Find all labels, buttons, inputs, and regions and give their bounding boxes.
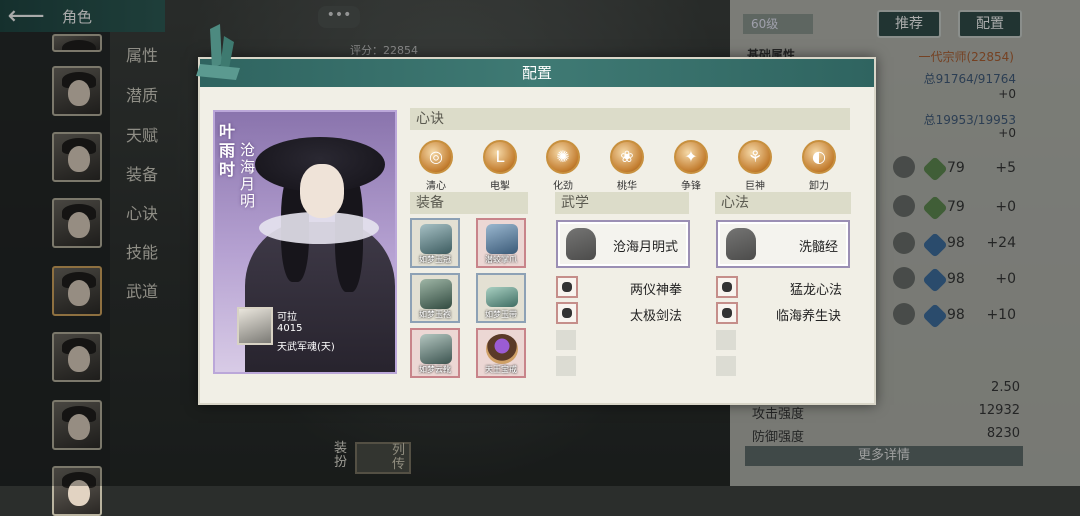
taohua-icon: ❀ [610, 140, 644, 174]
soul-item-tag: 天武军魂(天) [277, 342, 335, 353]
equip-name: 如梦玉带 [485, 310, 517, 319]
soul-item-icon[interactable] [237, 307, 273, 345]
qingxin-icon: ◎ [419, 140, 453, 174]
martial-sub-icon[interactable] [556, 276, 578, 298]
method-main-slot[interactable]: 洗髓经 [716, 220, 850, 268]
meditation-figure-icon [726, 228, 756, 260]
character-name: 叶雨时 [219, 122, 236, 179]
equip-slot-robe[interactable]: 如梦玉袍 [410, 273, 460, 323]
skill-label: 巨神 [745, 181, 765, 192]
equip-slot-boots[interactable]: 如梦云靴 [410, 328, 460, 378]
xieli-icon: ◐ [802, 140, 836, 174]
equip-name: 潜蛟掌爪 [485, 255, 517, 264]
heart-skill-taohua[interactable]: ❀ 桃华 [603, 140, 651, 192]
equip-name: 如梦玉袍 [419, 310, 451, 319]
equip-section-header: 装备 [410, 192, 528, 214]
soul-item-number: 4015 [277, 323, 303, 334]
empty-skill-slot[interactable] [556, 356, 576, 376]
skill-label: 桃华 [617, 181, 637, 192]
dianche-icon: L [483, 140, 517, 174]
dialog-title: 配置 [200, 59, 874, 87]
heart-skill-qingxin[interactable]: ◎ 清心 [412, 140, 460, 192]
heart-skill-jushen[interactable]: ⚘ 巨神 [731, 140, 779, 192]
equip-slot-belt[interactable]: 如梦玉带 [476, 273, 526, 323]
soul-item-name: 可拉 [277, 312, 297, 323]
method-sub-icon[interactable] [716, 302, 738, 324]
zhengfeng-icon: ✦ [674, 140, 708, 174]
skill-label: 化劲 [553, 181, 573, 192]
martial-section-header: 武学 [555, 192, 689, 214]
equip-name: 如梦玉冠 [419, 255, 451, 264]
character-title: 沧海月明 [240, 141, 256, 210]
huajin-icon: ✺ [546, 140, 580, 174]
heart-skill-zhengfeng[interactable]: ✦ 争锋 [667, 140, 715, 192]
skill-label: 争锋 [681, 181, 701, 192]
jade-ornament-icon [196, 24, 240, 80]
martial-sub-name: 两仪神拳 [630, 283, 683, 298]
empty-skill-slot[interactable] [716, 330, 736, 350]
empty-skill-slot[interactable] [556, 330, 576, 350]
heart-skill-xieli[interactable]: ◐ 卸力 [795, 140, 843, 192]
method-sub-icon[interactable] [716, 276, 738, 298]
martial-sub-icon[interactable] [556, 302, 578, 324]
equip-slot-gloves[interactable]: 潜蛟掌爪 [476, 218, 526, 268]
martial-sub-name: 太极剑法 [630, 309, 683, 324]
skill-label: 清心 [426, 181, 446, 192]
skill-label: 卸力 [809, 181, 829, 192]
skill-label: 电掣 [490, 181, 510, 192]
character-card[interactable]: 叶雨时 沧海月明 可拉 4015 天武军魂(天) [213, 110, 397, 374]
equip-slot-helmet[interactable]: 如梦玉冠 [410, 218, 460, 268]
martial-main-slot[interactable]: 沧海月明式 [556, 220, 690, 268]
heart-skill-dianche[interactable]: L 电掣 [476, 140, 524, 192]
method-sub-name: 临海养生诀 [776, 309, 842, 324]
heart-skill-huajin[interactable]: ✺ 化劲 [539, 140, 587, 192]
equip-name: 如梦云靴 [419, 365, 451, 374]
method-sub-name: 猛龙心法 [790, 283, 843, 298]
empty-skill-slot[interactable] [716, 356, 736, 376]
martial-figure-icon [566, 228, 596, 260]
equip-slot-ring[interactable]: 天王宝戒 [476, 328, 526, 378]
method-main-name: 洗髓经 [798, 240, 838, 255]
jushen-icon: ⚘ [738, 140, 772, 174]
method-section-header: 心法 [715, 192, 851, 214]
equip-name: 天王宝戒 [485, 365, 517, 374]
heart-section-header: 心诀 [410, 108, 850, 130]
martial-main-name: 沧海月明式 [612, 240, 678, 255]
